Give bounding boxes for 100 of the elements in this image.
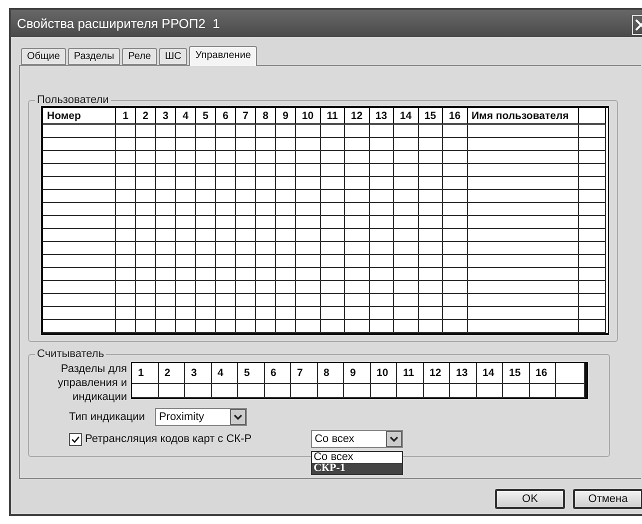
table-cell — [296, 294, 320, 307]
tab[interactable]: ШС — [159, 48, 188, 65]
table-cell — [345, 190, 370, 203]
table-cell — [236, 216, 256, 229]
dropdown-option[interactable]: СКР-1 — [312, 463, 402, 474]
table-cell — [370, 242, 394, 255]
table-cell[interactable] — [397, 384, 424, 398]
table-cell — [443, 216, 468, 229]
checkbox[interactable] — [69, 432, 82, 446]
table-cell — [320, 242, 345, 255]
table-cell — [256, 268, 276, 281]
tab[interactable]: Общие — [21, 48, 66, 65]
table-cell — [216, 151, 236, 164]
table-cell — [443, 268, 468, 281]
table-cell — [296, 177, 320, 190]
tab[interactable]: Реле — [122, 48, 157, 65]
table-cell — [176, 203, 196, 216]
table-cell — [370, 138, 394, 151]
table-cell[interactable] — [476, 384, 503, 398]
table-cell[interactable] — [556, 384, 585, 398]
table-cell — [216, 216, 236, 229]
tab[interactable]: Разделы — [68, 48, 120, 65]
table-cell — [216, 281, 236, 294]
table-cell — [370, 125, 394, 138]
indication-select[interactable]: Proximity — [154, 408, 247, 426]
table-cell — [216, 203, 236, 216]
table-cell — [443, 164, 468, 177]
table-cell[interactable] — [344, 384, 370, 398]
column-header: 3 — [185, 363, 212, 384]
table-cell[interactable] — [212, 384, 238, 398]
table-cell[interactable] — [370, 384, 397, 398]
table-cell — [156, 125, 176, 138]
table-cell — [320, 177, 345, 190]
table-cell — [256, 320, 276, 333]
table-cell — [296, 320, 320, 333]
window-title: Свойства расширителя РРОП2 1 — [17, 16, 220, 31]
table-cell — [176, 177, 196, 190]
table-cell[interactable] — [503, 384, 530, 398]
dialog-button[interactable]: Отмена — [573, 489, 642, 509]
column-header: 15 — [503, 363, 530, 384]
table-cell — [578, 125, 606, 138]
table-cell — [136, 125, 156, 138]
tab[interactable]: Управление — [189, 46, 257, 66]
table-cell — [320, 307, 345, 320]
table-cell — [116, 320, 136, 333]
table-cell — [394, 281, 418, 294]
table-cell — [578, 229, 606, 242]
table-cell — [345, 177, 370, 190]
table-cell — [345, 164, 370, 177]
column-header: 10 — [296, 108, 320, 125]
table-cell — [116, 255, 136, 268]
table-cell — [443, 307, 468, 320]
table-cell — [418, 216, 443, 229]
column-header: 3 — [156, 108, 176, 125]
table-cell — [578, 307, 606, 320]
table-cell — [418, 307, 443, 320]
table-cell[interactable] — [158, 384, 185, 398]
table-cell — [196, 203, 216, 216]
table-cell — [276, 151, 296, 164]
column-header: 13 — [450, 363, 476, 384]
table-cell[interactable] — [450, 384, 476, 398]
table-cell[interactable] — [238, 384, 264, 398]
table-cell — [443, 125, 468, 138]
table-cell[interactable] — [291, 384, 318, 398]
table-cell — [320, 268, 345, 281]
table-cell[interactable] — [318, 384, 344, 398]
table-cell — [216, 190, 236, 203]
table-cell[interactable] — [530, 384, 556, 398]
table-cell — [216, 125, 236, 138]
table-cell — [276, 307, 296, 320]
table-cell — [236, 268, 256, 281]
table-cell — [236, 242, 256, 255]
table-cell — [394, 203, 418, 216]
table-cell — [418, 177, 443, 190]
table-cell — [116, 229, 136, 242]
table-cell — [345, 229, 370, 242]
table-cell — [443, 320, 468, 333]
table-cell[interactable] — [185, 384, 212, 398]
table-cell — [156, 177, 176, 190]
table-cell — [216, 242, 236, 255]
indication-label: Тип индикации — [69, 411, 145, 423]
table-cell — [443, 281, 468, 294]
checkbox-label: Ретрансляция кодов карт с СК-Р — [85, 433, 252, 445]
table-cell — [320, 138, 345, 151]
table-cell — [370, 294, 394, 307]
table-cell — [116, 307, 136, 320]
table-cell — [216, 320, 236, 333]
table-cell — [394, 151, 418, 164]
table-cell — [196, 190, 216, 203]
table-cell[interactable] — [132, 384, 158, 398]
table-cell[interactable] — [424, 384, 450, 398]
table-cell — [394, 164, 418, 177]
table-cell — [320, 164, 345, 177]
column-header: 8 — [318, 363, 344, 384]
table-cell — [236, 307, 256, 320]
table-cell — [256, 307, 276, 320]
table-cell — [345, 281, 370, 294]
dialog-button[interactable]: OK — [495, 489, 565, 509]
source-select[interactable]: Со всех — [310, 430, 403, 448]
table-cell[interactable] — [264, 384, 291, 398]
